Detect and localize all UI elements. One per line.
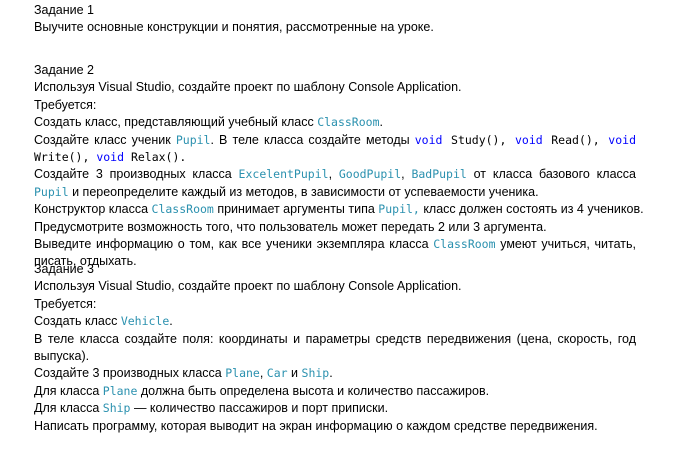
text-run: .: [169, 314, 173, 329]
task-2-paragraph-7: Предусмотрите возможность того, что поль…: [34, 219, 547, 234]
text-run: класс должен состоять из 4 учеников.: [419, 202, 644, 217]
task-3-paragraph-3: Создать класс Vehicle.: [34, 313, 636, 330]
task-3-paragraph-6: Для класса Plane должна быть определена …: [34, 383, 636, 400]
text-run: Создайте класс ученик: [34, 132, 176, 147]
keyword-void: void: [96, 150, 125, 165]
text-run: Выведите информацию о том, как все учени…: [34, 237, 434, 252]
task-3-paragraph-5: Создайте 3 производных класса Plane, Car…: [34, 365, 636, 382]
task-2-paragraph-3: Создать класс, представляющий учебный кл…: [34, 114, 636, 131]
task-2-heading: Задание 2: [34, 63, 95, 77]
class-name-car: Car: [266, 366, 288, 381]
task-3-paragraph-8: Написать программу, которая выводит на э…: [34, 418, 598, 433]
class-name-goodpupil: GoodPupil: [338, 167, 402, 182]
task-2-paragraph-6: Конструктор класса ClassRoom принимает а…: [34, 201, 644, 218]
keyword-void: void: [414, 132, 443, 147]
task-2-paragraph-1: Используя Visual Studio, создайте проект…: [34, 80, 462, 95]
task-2-paragraph-2: Требуется:: [34, 97, 97, 112]
task-2-paragraph-5: Создайте 3 производных класса ExcelentPu…: [34, 166, 636, 201]
text-run: Конструктор класса: [34, 202, 152, 217]
class-name-badpupil: BadPupil: [411, 167, 467, 182]
method-write: Write(),: [34, 150, 97, 165]
task-3-section: Задание 3 Используя Visual Studio, созда…: [34, 261, 636, 435]
task-3-heading: Задание 3: [34, 262, 95, 276]
document-page: Задание 1 Выучите основные конструкции и…: [0, 0, 694, 451]
class-name-vehicle: Vehicle: [120, 314, 170, 329]
task-3-paragraph-7: Для класса Ship — количество пассажиров …: [34, 400, 636, 417]
method-read: Read(),: [542, 132, 609, 147]
text-run: Создать класс, представляющий учебный кл…: [34, 115, 318, 130]
class-name-pupil: Pupil: [34, 184, 69, 199]
task-3-paragraph-4: В теле класса создайте поля: координаты …: [34, 331, 636, 364]
class-name-pupil: Pupil,: [378, 202, 420, 217]
task-1-heading: Задание 1: [34, 3, 95, 17]
class-name-ship: Ship: [301, 366, 330, 381]
text-run: Для класса: [34, 401, 103, 416]
text-run: Создайте 3 производных класса: [34, 366, 226, 381]
class-name-plane: Plane: [225, 366, 260, 381]
class-name-plane: Plane: [102, 383, 138, 398]
task-2-section: Задание 2 Используя Visual Studio, созда…: [34, 62, 644, 271]
method-study: Study(),: [442, 132, 515, 147]
text-run: Для класса: [34, 383, 103, 398]
class-name-pupil: Pupil: [175, 132, 211, 147]
task-2-paragraph-4: Создайте класс ученик Pupil. В теле клас…: [34, 132, 636, 167]
separator: и: [287, 366, 302, 381]
class-name-classroom: ClassRoom: [317, 115, 380, 130]
separator: ,: [401, 167, 412, 182]
text-run: — количество пассажиров и порт приписки.: [130, 401, 389, 416]
keyword-void: void: [514, 132, 543, 147]
task-3-paragraph-2: Требуется:: [34, 296, 97, 311]
text-run: должна быть определена высота и количест…: [137, 383, 490, 398]
class-name-ship: Ship: [102, 401, 131, 416]
method-relax: Relax().: [124, 150, 187, 165]
separator: ,: [259, 366, 267, 381]
task-3-paragraph-1: Используя Visual Studio, создайте проект…: [34, 279, 462, 294]
task-1-section: Задание 1 Выучите основные конструкции и…: [34, 2, 636, 37]
text-run: Создайте 3 производных класса: [34, 167, 239, 182]
class-name-classroom: ClassRoom: [151, 202, 214, 217]
task-1-text: Выучите основные конструкции и понятия, …: [34, 20, 434, 35]
keyword-void: void: [608, 132, 636, 147]
text-run: от класса базового класса: [466, 167, 636, 182]
text-run: . В теле класса создайте методы: [210, 132, 415, 147]
class-name-classroom: ClassRoom: [433, 237, 496, 252]
separator: ,: [328, 167, 339, 182]
text-run: Создать класс: [34, 314, 121, 329]
class-name-excelentpupil: ExcelentPupil: [238, 167, 329, 182]
text-run: принимает аргументы типа: [213, 202, 379, 217]
text-run: .: [329, 366, 333, 381]
text-run: .: [379, 115, 383, 130]
text-run: и переопределите каждый из методов, в за…: [68, 184, 539, 199]
